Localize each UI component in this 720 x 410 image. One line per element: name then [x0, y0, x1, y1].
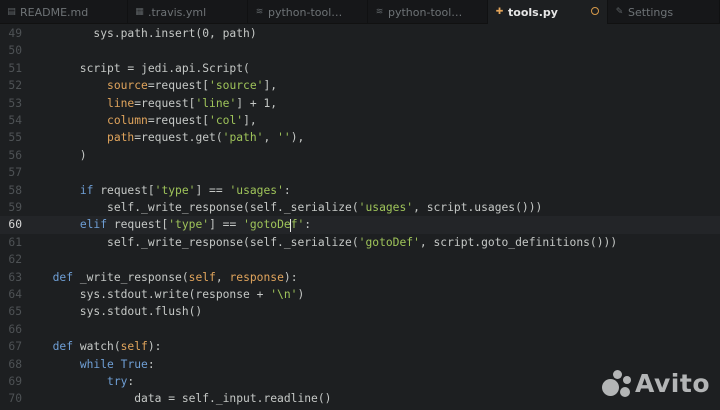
code-line[interactable]: 59 self._write_response(self._serialize(… — [0, 199, 720, 216]
tab-0[interactable]: ▤ README.md — [0, 0, 128, 24]
tab-bar: ▤ README.md ▦ .travis.yml ≋ python-tool… ≋ pyth… — [0, 0, 720, 24]
line-number: 67 — [8, 340, 22, 354]
avito-watermark: Avito — [601, 369, 710, 398]
line-number: 63 — [8, 270, 22, 284]
line-number: 68 — [8, 357, 22, 371]
tab-label: .travis.yml — [148, 5, 207, 19]
code-line[interactable]: 49 sys.path.insert(0, path) — [0, 25, 720, 42]
line-number: 53 — [8, 96, 22, 110]
avito-logo-icon — [601, 369, 632, 398]
code-text: data = self._input.readline() — [39, 392, 332, 406]
tab-5[interactable]: ✎ Settings — [608, 0, 720, 24]
modified-indicator-icon[interactable] — [591, 7, 599, 15]
tab-label: Settings — [628, 5, 674, 19]
document-icon: ▤ — [7, 6, 16, 17]
line-number: 52 — [8, 79, 22, 93]
code-text: source=request['source'], — [107, 79, 278, 93]
code-text: self._write_response(self._serialize('us… — [39, 201, 543, 214]
code-text: script = jedi.api.Script( — [39, 61, 250, 75]
watermark-text: Avito — [635, 369, 710, 398]
code-editor[interactable]: 49 sys.path.insert(0, path) 50 51 script =… — [0, 24, 720, 410]
line-number: 66 — [8, 322, 22, 336]
code-line[interactable]: 60 elif request['type'] == 'gotoDef': — [0, 216, 720, 234]
code-text: if request['type'] == 'usages': — [79, 183, 291, 197]
code-line[interactable]: 63 def _write_response(self, response): — [0, 269, 720, 286]
code-text: elif request['type'] == 'gotoDef': — [79, 218, 312, 232]
code-line[interactable]: 62 — [0, 251, 720, 268]
line-number: 62 — [8, 253, 22, 267]
line-number: 65 — [8, 305, 22, 319]
code-text: ) — [39, 148, 87, 162]
code-line[interactable]: 50 — [0, 42, 720, 59]
code-line[interactable]: 53 line=request['line'] + 1, — [0, 95, 720, 112]
tab-2[interactable]: ≋ python-tool… — [248, 0, 368, 24]
code-line[interactable]: 57 — [0, 164, 720, 181]
line-number: 51 — [8, 61, 22, 75]
code-line[interactable]: 58 if request['type'] == 'usages': — [0, 182, 720, 199]
line-number: 58 — [8, 183, 22, 197]
code-line[interactable]: 67 def watch(self): — [0, 338, 720, 355]
code-text: try: — [107, 375, 135, 388]
database-icon: ≋ — [375, 6, 384, 17]
python-icon: ✚ — [495, 6, 504, 17]
code-line[interactable]: 65 sys.stdout.flush() — [0, 303, 720, 320]
line-number: 60 — [8, 218, 22, 232]
code-line[interactable]: 56 ) — [0, 147, 720, 164]
line-number: 59 — [8, 201, 22, 214]
line-number: 70 — [8, 392, 22, 406]
line-number: 64 — [8, 288, 22, 301]
database-icon: ≋ — [255, 6, 264, 17]
code-line[interactable]: 51 script = jedi.api.Script( — [0, 60, 720, 77]
line-number: 55 — [8, 131, 22, 145]
yaml-icon: ▦ — [135, 6, 144, 17]
code-text: column=request['col'], — [107, 114, 257, 127]
code-text: def watch(self): — [52, 340, 162, 354]
code-text: sys.path.insert(0, path) — [39, 27, 257, 40]
code-line[interactable]: 52 source=request['source'], — [0, 77, 720, 94]
code-line[interactable]: 54 column=request['col'], — [0, 112, 720, 129]
code-text: sys.stdout.write(response + '\n') — [39, 288, 305, 301]
tab-label: README.md — [20, 5, 89, 19]
line-number: 56 — [8, 148, 22, 162]
code-line[interactable]: 61 self._write_response(self._serialize(… — [0, 234, 720, 251]
line-number: 50 — [8, 44, 22, 58]
tab-label: python-tool… — [388, 5, 463, 19]
line-number: 49 — [8, 27, 22, 40]
tab-label: python-tool… — [268, 5, 343, 19]
code-text: self._write_response(self._serialize('go… — [39, 235, 618, 249]
wrench-icon: ✎ — [615, 6, 624, 17]
line-number: 54 — [8, 114, 22, 127]
tab-4[interactable]: ✚ tools.py — [488, 0, 608, 24]
tab-label: tools.py — [508, 5, 558, 19]
code-line[interactable]: 66 — [0, 321, 720, 338]
code-line[interactable]: 64 sys.stdout.write(response + '\n') — [0, 286, 720, 303]
line-number: 57 — [8, 166, 22, 180]
line-number: 69 — [8, 375, 22, 388]
code-text: line=request['line'] + 1, — [107, 96, 278, 110]
code-text: path=request.get('path', ''), — [107, 131, 305, 145]
code-text: sys.stdout.flush() — [39, 305, 203, 319]
text-cursor — [290, 218, 292, 232]
line-number: 61 — [8, 235, 22, 249]
tab-1[interactable]: ▦ .travis.yml — [128, 0, 248, 24]
code-text: while True: — [79, 357, 155, 371]
code-line[interactable]: 55 path=request.get('path', ''), — [0, 129, 720, 146]
tab-3[interactable]: ≋ python-tool… — [368, 0, 488, 24]
code-text: def _write_response(self, response): — [52, 270, 298, 284]
